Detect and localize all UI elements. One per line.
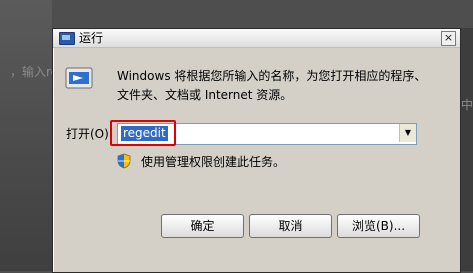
open-combobox[interactable]: regedit ▼ (117, 123, 417, 145)
chevron-down-icon[interactable]: ▼ (399, 124, 416, 142)
close-button[interactable]: × (441, 31, 456, 46)
window-title: 运行 (79, 31, 104, 45)
run-dialog: 运行 × Windows 将根据您所输入的名称，为您打开相应的程序、文件夹、文档… (52, 28, 461, 273)
admin-note-text: 使用管理权限创建此任务。 (141, 155, 286, 169)
browse-button[interactable]: 浏览(B)... (337, 214, 420, 238)
title-bar[interactable]: 运行 × (53, 29, 460, 48)
cancel-button[interactable]: 取消 (249, 214, 332, 238)
ok-button[interactable]: 确定 (161, 214, 244, 238)
open-input-value[interactable]: regedit (121, 126, 168, 141)
description-text: Windows 将根据您所输入的名称，为您打开相应的程序、文件夹、文档或 Int… (117, 69, 427, 102)
open-label: 打开(O): (66, 127, 113, 141)
run-app-icon (59, 32, 75, 45)
background-window-left (0, 0, 52, 271)
run-program-icon (65, 67, 93, 89)
uac-shield-icon (117, 153, 131, 169)
background-window-right (459, 28, 473, 271)
